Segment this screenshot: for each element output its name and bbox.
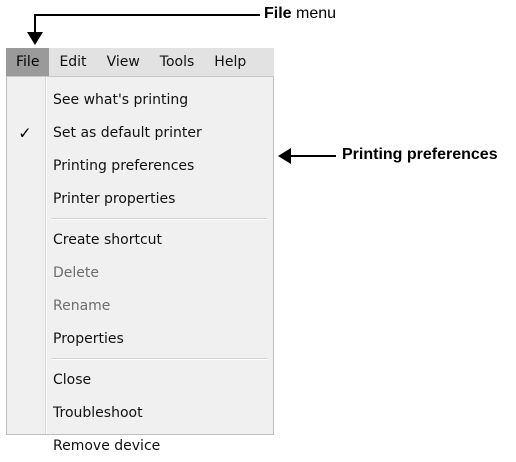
- menu-item-label: See what's printing: [53, 91, 189, 108]
- menu-item-label: Printing preferences: [53, 157, 195, 174]
- menu-item-label: Properties: [53, 330, 124, 347]
- menu-help[interactable]: Help: [204, 48, 256, 76]
- menu-item-label: Rename: [53, 297, 111, 314]
- menu-file-label: File: [16, 54, 40, 70]
- menu-item-create-shortcut[interactable]: Create shortcut: [7, 223, 273, 256]
- menu-separator: [7, 215, 273, 223]
- menu-help-label: Help: [214, 54, 247, 70]
- menu-edit[interactable]: Edit: [49, 48, 96, 76]
- file-menu-list: See what's printing ✓ Set as default pri…: [7, 83, 273, 462]
- menu-item-label: Troubleshoot: [53, 404, 143, 421]
- menu-item-printing-preferences[interactable]: Printing preferences: [7, 149, 273, 182]
- file-callout-arrowhead-icon: [27, 32, 43, 45]
- menu-view[interactable]: View: [97, 48, 150, 76]
- menu-item-label: Close: [53, 371, 92, 388]
- menu-item-set-as-default-printer[interactable]: ✓ Set as default printer: [7, 116, 273, 149]
- menu-item-label: Create shortcut: [53, 231, 163, 248]
- menu-edit-label: Edit: [59, 54, 87, 70]
- menu-item-properties[interactable]: Properties: [7, 322, 273, 355]
- menu-item-printer-properties[interactable]: Printer properties: [7, 182, 273, 215]
- file-dropdown-menu: See what's printing ✓ Set as default pri…: [6, 77, 274, 454]
- file-menu-callout-bold: File: [264, 5, 292, 22]
- menu-item-remove-device[interactable]: Remove device: [7, 429, 273, 462]
- menu-file[interactable]: File: [6, 48, 50, 76]
- menu-item-label: Set as default printer: [53, 124, 202, 141]
- menu-tools-label: Tools: [159, 54, 195, 70]
- file-menu-callout-rest: menu: [291, 5, 337, 22]
- printing-prefs-callout-label: Printing preferences: [342, 146, 498, 163]
- menu-separator: [7, 355, 273, 363]
- menu-item-troubleshoot[interactable]: Troubleshoot: [7, 396, 273, 429]
- menubar: File Edit View Tools Help: [6, 48, 274, 77]
- printing-prefs-callout: Printing preferences: [342, 146, 498, 164]
- file-menu-callout: File menu: [264, 5, 336, 23]
- menu-item-see-whats-printing[interactable]: See what's printing: [7, 83, 273, 116]
- menu-tools[interactable]: Tools: [150, 48, 205, 76]
- checkmark-icon: ✓: [18, 123, 32, 142]
- menu-item-rename: Rename: [7, 289, 273, 322]
- menu-item-label: Remove device: [53, 437, 161, 454]
- menu-item-label: Delete: [53, 264, 99, 281]
- file-callout-horizontal-line: [34, 14, 260, 16]
- menu-item-label: Printer properties: [53, 190, 176, 207]
- file-callout-vertical-line: [34, 14, 36, 34]
- menu-item-close[interactable]: Close: [7, 363, 273, 396]
- printing-prefs-callout-line: [290, 155, 336, 157]
- menu-view-label: View: [106, 54, 140, 70]
- menu-item-delete: Delete: [7, 256, 273, 289]
